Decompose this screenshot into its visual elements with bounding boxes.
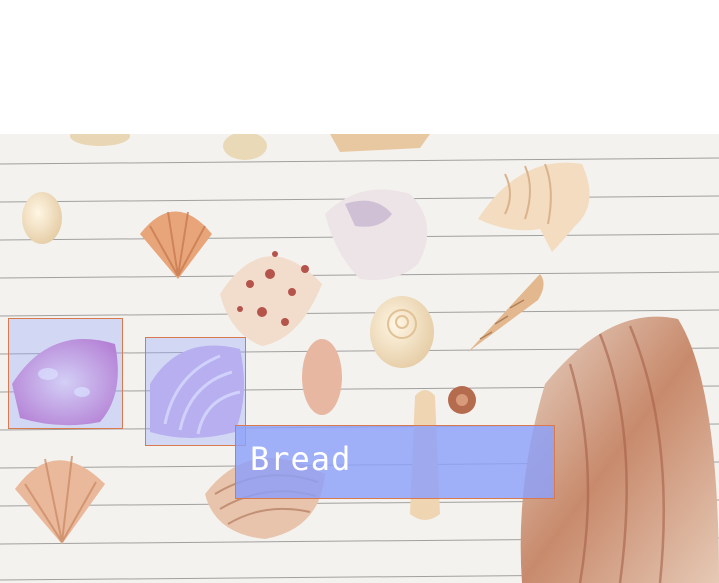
detection-box-lavender-shell [145,337,246,446]
detection-label-box: Bread [235,425,555,499]
detection-box-pink-shell [8,318,123,429]
detection-label: Bread [250,440,352,478]
